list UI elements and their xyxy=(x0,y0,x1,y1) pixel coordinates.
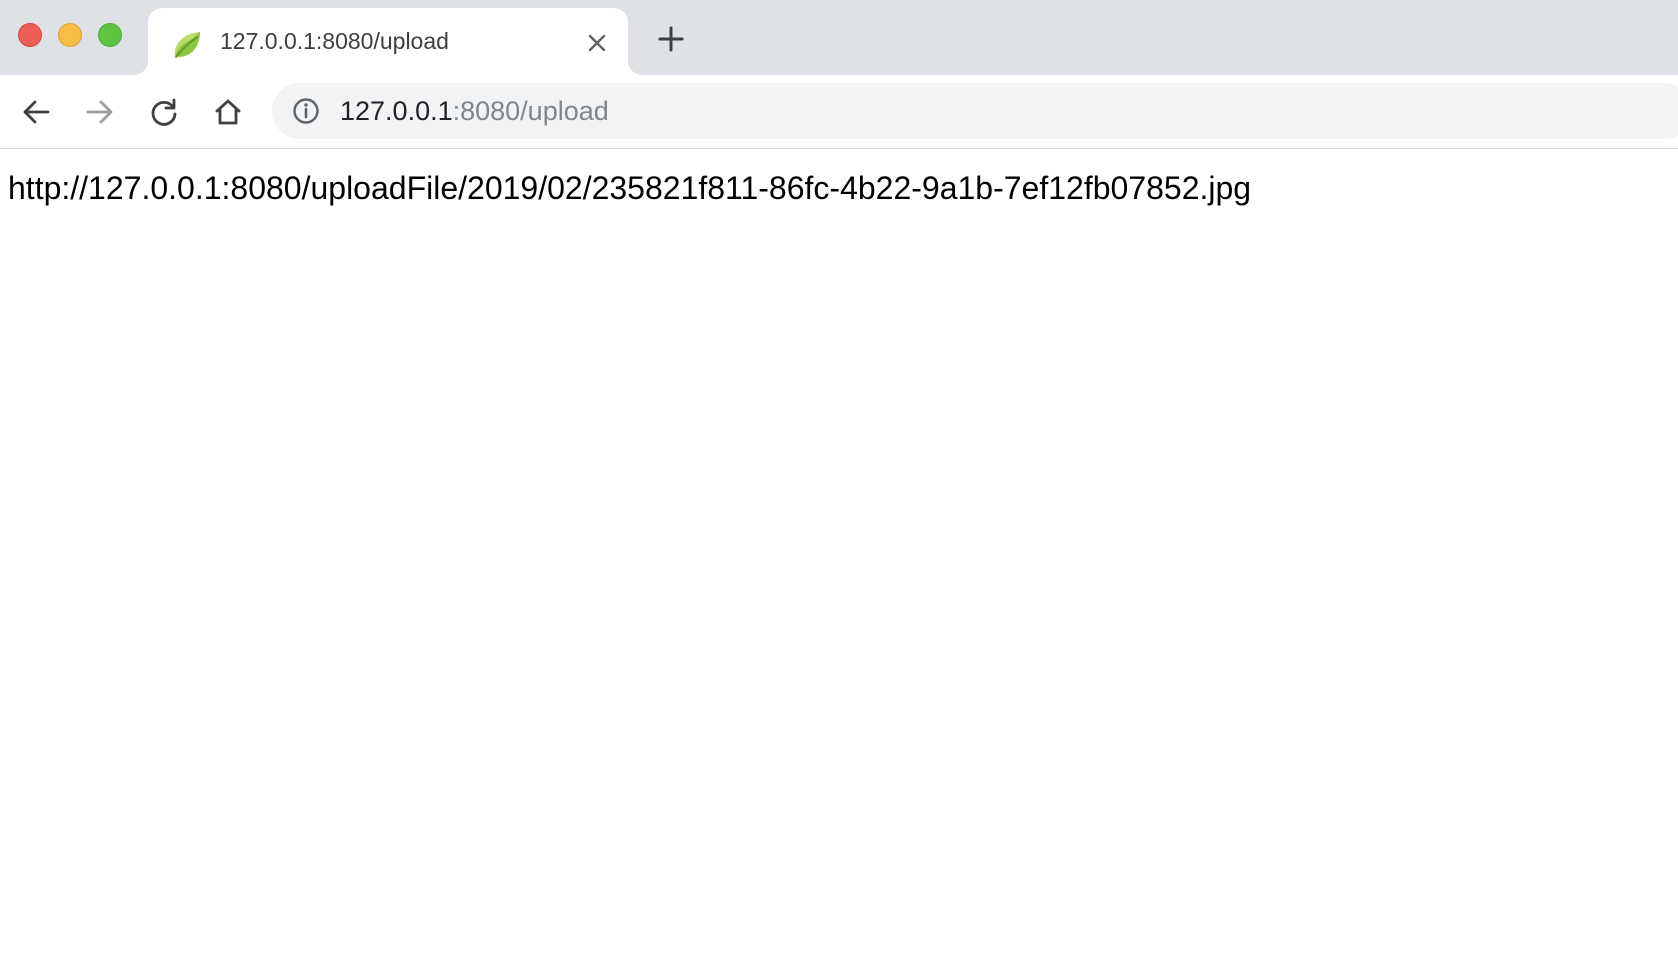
page-content: http://127.0.0.1:8080/uploadFile/2019/02… xyxy=(0,150,1678,970)
url-host: 127.0.0.1 xyxy=(340,96,453,126)
window-maximize-button[interactable] xyxy=(98,23,122,47)
plus-icon[interactable] xyxy=(656,24,686,54)
window-close-button[interactable] xyxy=(18,23,42,47)
home-icon[interactable] xyxy=(209,93,247,131)
url-text[interactable]: 127.0.0.1:8080/upload xyxy=(340,96,609,127)
tab-strip: 127.0.0.1:8080/upload xyxy=(0,0,1678,75)
info-icon[interactable] xyxy=(292,97,320,125)
address-bar[interactable]: 127.0.0.1:8080/upload xyxy=(272,83,1678,139)
browser-toolbar: 127.0.0.1:8080/upload xyxy=(0,75,1678,149)
arrow-right-icon[interactable] xyxy=(81,93,119,131)
browser-tab[interactable]: 127.0.0.1:8080/upload xyxy=(148,8,628,75)
reload-icon[interactable] xyxy=(145,93,183,131)
url-path: :8080/upload xyxy=(452,96,609,126)
response-body-text: http://127.0.0.1:8080/uploadFile/2019/02… xyxy=(8,170,1252,206)
spring-leaf-icon xyxy=(170,28,204,62)
tab-title: 127.0.0.1:8080/upload xyxy=(220,28,449,54)
close-icon[interactable] xyxy=(584,30,610,56)
arrow-left-icon[interactable] xyxy=(17,93,55,131)
window-minimize-button[interactable] xyxy=(58,23,82,47)
